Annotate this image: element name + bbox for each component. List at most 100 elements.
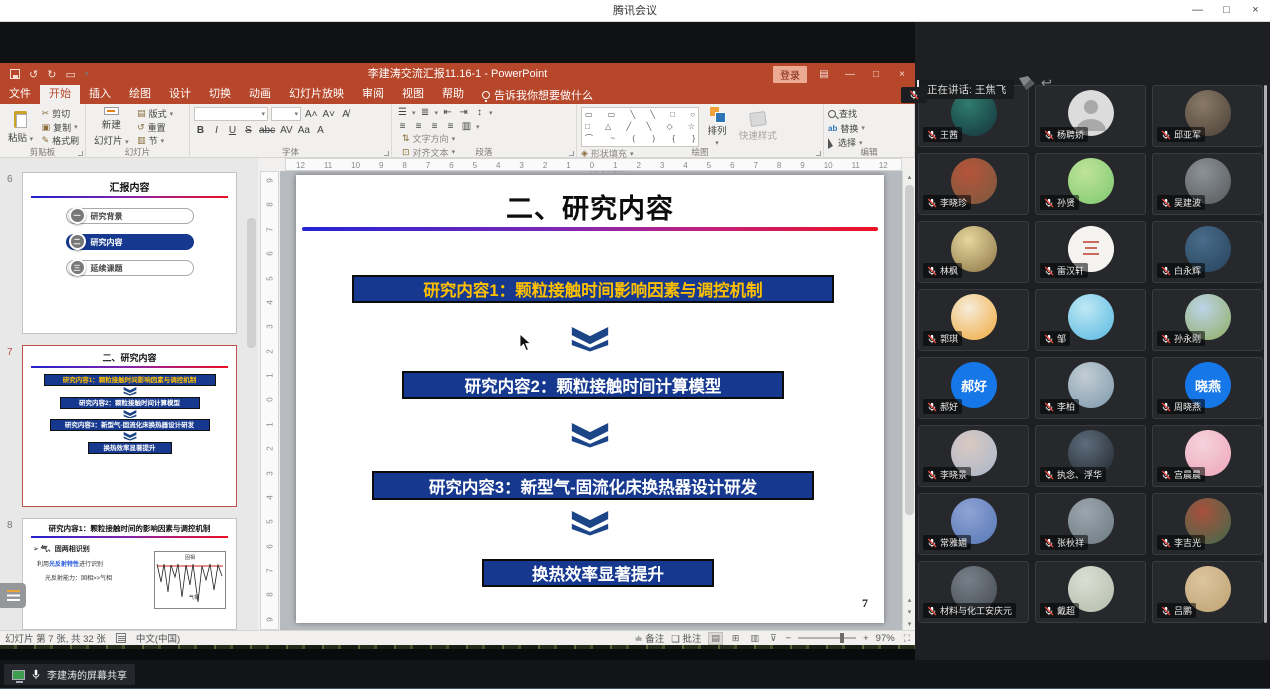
zoom-level[interactable]: 97% [876, 633, 895, 644]
shape-glyph[interactable]: ( [632, 133, 635, 145]
shape-glyph[interactable]: ▭ [585, 109, 593, 121]
minimize-icon[interactable]: — [1183, 0, 1212, 22]
shapes-gallery[interactable]: ▭▭╲╲□○□△╱╲◇☆⌒~(){} [581, 107, 699, 147]
ppt-close-icon[interactable]: × [893, 69, 911, 80]
find-button[interactable]: 查找 [828, 107, 865, 120]
canvas-scrollbar[interactable]: ▴ ▴ ▾ ▾ [902, 171, 915, 630]
font-name-select[interactable]: ▾ [194, 107, 268, 121]
shape-glyph[interactable]: △ [605, 121, 611, 133]
font-style-button[interactable]: A [314, 125, 327, 136]
tell-me-box[interactable]: 告诉我你想要做什么 [473, 85, 602, 104]
participant-tile[interactable]: 郭琪 [918, 289, 1029, 351]
outdent-button[interactable]: ⇤ [441, 107, 454, 118]
language-indicator[interactable]: 中文(中国) [136, 631, 180, 645]
slideshow-view-icon[interactable]: ⊽ [768, 633, 779, 644]
shape-glyph[interactable]: ○ [690, 109, 695, 121]
justify-button[interactable]: ≡ [444, 121, 457, 132]
sidebar-toggle-float-button[interactable] [0, 583, 26, 608]
participant-tile[interactable]: 李吉光 [1152, 493, 1263, 555]
shape-glyph[interactable]: ~ [610, 133, 615, 145]
new-slide-button[interactable]: 新建 幻灯片 ▾ [90, 107, 133, 147]
participant-tile[interactable]: 孙贤 [1035, 153, 1146, 215]
participant-tile[interactable]: 杨聘娇 [1035, 85, 1146, 147]
shape-glyph[interactable]: ◇ [666, 121, 672, 133]
close-icon[interactable]: × [1241, 0, 1270, 22]
indent-button[interactable]: ⇥ [457, 107, 470, 118]
dialog-launcher-icon[interactable] [78, 151, 83, 156]
undo-icon[interactable]: ↺ [29, 68, 38, 81]
signin-button[interactable]: 登录 [773, 66, 807, 83]
slideshow-icon[interactable]: ▭ [65, 68, 75, 81]
font-style-button[interactable]: I [210, 125, 223, 136]
zoom-slider[interactable] [798, 637, 856, 639]
menu-tab-开始[interactable]: 开始 [40, 85, 80, 104]
bullets-button[interactable]: ☰ [396, 107, 409, 118]
back-arrow-icon[interactable]: ↩ [1041, 76, 1052, 90]
zoom-out-button[interactable]: − [786, 633, 792, 644]
shape-glyph[interactable]: { [672, 133, 675, 145]
participant-tile[interactable]: 李柏 [1035, 357, 1146, 419]
comments-button[interactable]: ❑ 批注 [671, 631, 701, 645]
font-style-button[interactable]: U [226, 125, 239, 136]
reset-button[interactable]: ↺重置 [137, 121, 173, 134]
participant-tile[interactable]: 晓燕周晓燕 [1152, 357, 1263, 419]
fit-to-window-icon[interactable]: ⛶ [902, 633, 912, 644]
menu-tab-视图[interactable]: 视图 [393, 85, 433, 104]
participant-tile[interactable]: 林枫 [918, 221, 1029, 283]
participant-tile[interactable]: 吴建波 [1152, 153, 1263, 215]
font-style-button[interactable]: AV [279, 125, 294, 136]
shape-glyph[interactable]: ) [652, 133, 655, 145]
grow-font-button[interactable]: A˄ [304, 109, 319, 120]
clear-format-button[interactable]: A̸ [339, 109, 352, 120]
zoom-slider-thumb[interactable] [840, 633, 844, 643]
participant-tile[interactable]: 张秋祥 [1035, 493, 1146, 555]
participant-tile[interactable]: 戴超 [1035, 561, 1146, 623]
shape-glyph[interactable]: □ [670, 109, 675, 121]
ribbon-options-icon[interactable]: ▤ [815, 69, 833, 80]
copy-button[interactable]: ▣复制 ▾ [42, 121, 80, 134]
dialog-launcher-icon[interactable] [569, 151, 574, 156]
columns-button[interactable]: ▥ [460, 121, 473, 132]
scrollbar-thumb[interactable] [905, 185, 914, 515]
arrange-button[interactable]: 排列▾ [703, 107, 730, 147]
save-icon[interactable] [10, 69, 20, 79]
ppt-maximize-icon[interactable]: □ [867, 69, 885, 80]
align-left-button[interactable]: ≡ [396, 121, 409, 132]
shape-glyph[interactable]: ╱ [626, 121, 631, 133]
participant-tile[interactable]: 执念、浮华 [1035, 425, 1146, 487]
dialog-launcher-icon[interactable] [384, 151, 389, 156]
reading-view-icon[interactable]: ▥ [748, 633, 761, 644]
shrink-font-button[interactable]: A˅ [322, 109, 337, 120]
slide-sorter-icon[interactable]: ⊞ [730, 633, 742, 644]
menu-tab-文件[interactable]: 文件 [0, 85, 40, 104]
replace-button[interactable]: ab替换 ▾ [828, 122, 865, 135]
participant-tile[interactable]: 吕鹏 [1152, 561, 1263, 623]
cut-button[interactable]: ✂剪切 [42, 107, 80, 120]
participant-tile[interactable]: 宫晨晨 [1152, 425, 1263, 487]
participant-tile[interactable]: 常雅媚 [918, 493, 1029, 555]
shape-glyph[interactable]: ╲ [630, 109, 635, 121]
shape-glyph[interactable]: ╲ [646, 121, 651, 133]
participant-tile[interactable]: 材料与化工安庆元 [918, 561, 1029, 623]
normal-view-icon[interactable]: ▤ [708, 632, 723, 645]
shape-glyph[interactable]: ▭ [608, 109, 616, 121]
panel-scrollbar[interactable] [1264, 85, 1267, 623]
participant-tile[interactable]: 孙永刚 [1152, 289, 1263, 351]
screen-share-status-chip[interactable]: 李建涛的屏幕共享 [4, 664, 135, 685]
slide-editing-area[interactable]: 二、研究内容 研究内容1：颗粒接触时间影响因素与调控机制 研究内容2：颗粒接触时… [296, 175, 884, 623]
numbering-button[interactable]: ≣ [419, 107, 432, 118]
menu-tab-动画[interactable]: 动画 [240, 85, 280, 104]
qat-dropdown-icon[interactable]: ▾ [85, 70, 89, 78]
menu-tab-插入[interactable]: 插入 [80, 85, 120, 104]
redo-icon[interactable]: ↻ [47, 68, 56, 81]
dialog-launcher-icon[interactable] [816, 151, 821, 156]
layout-toggle-icon[interactable] [1019, 76, 1035, 90]
slide7-thumbnail-selected[interactable]: 二、研究内容 研究内容1：颗粒接触时间影响因素与调控机制 研究内容2：颗粒接触时… [22, 345, 237, 507]
text-direction-button[interactable]: ⇅文字方向 ▾ [402, 132, 483, 145]
maximize-icon[interactable]: □ [1212, 0, 1241, 22]
notes-button[interactable]: ≐ 备注 [635, 631, 665, 645]
spellcheck-icon[interactable] [116, 633, 126, 643]
slide8-thumbnail[interactable]: 研究内容1：颗粒接触时间的影响因素与调控机制 ➢ 气、固两相识别 利用光反射特性… [22, 518, 237, 630]
slide6-thumbnail[interactable]: 汇报内容 一 研究背景 二 研究内容 三 延续课题 [22, 172, 237, 334]
font-size-select[interactable]: ▾ [271, 107, 301, 121]
